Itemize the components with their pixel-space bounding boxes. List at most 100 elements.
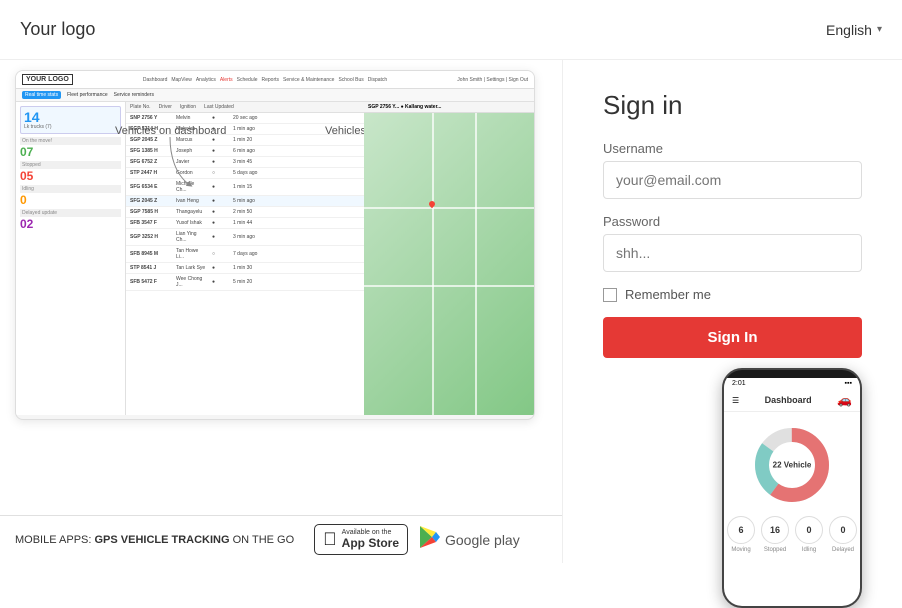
plate: SFG 2045 Z [130, 198, 170, 204]
dash-body: 14 Lk trucks (7) On the move! 07 Stopped… [16, 102, 534, 415]
phone-stat-delayed: 0 [829, 516, 857, 544]
dash-moving-count: 07 [20, 146, 121, 158]
status: 6 min ago [233, 148, 268, 154]
dash-map-bg [364, 113, 534, 415]
driver: Tan Lark Sye [176, 265, 206, 271]
ignition-icon: ○ [212, 170, 227, 176]
table-row[interactable]: SGP 3252 H Lian Ying Ch... ● 3 min ago [126, 229, 364, 246]
remember-me-checkbox[interactable] [603, 288, 617, 302]
dash-stopped-header: Stopped [20, 161, 121, 169]
phone-nav-bar: ☰ Dashboard 🚗 [724, 389, 860, 412]
chevron-down-icon: ▾ [877, 24, 882, 35]
dash-logo: YOUR LOGO [22, 74, 73, 85]
table-row[interactable]: SNP 2756 YMelvin●20 sec ago [126, 113, 364, 124]
app-store-badge[interactable]:  Available on the App Store [314, 524, 408, 555]
table-row[interactable]: SGP 2045 ZMarcus●1 min 20 [126, 135, 364, 146]
dash-nav-dashboard[interactable]: Dashboard [143, 77, 167, 83]
right-section: Sign in Username Password Remember me Si… [562, 60, 902, 563]
dash-idling-header: Idling [20, 185, 121, 193]
ignition-icon: ● [212, 265, 227, 271]
app-badges:  Available on the App Store [314, 524, 520, 555]
google-play-name: Google play [445, 532, 520, 548]
delayed-count: 0 [840, 525, 845, 535]
driver: Wee Chong J... [176, 276, 206, 288]
status: 5 min ago [233, 198, 268, 204]
mobile-bold: GPS VEHICLE TRACKING [94, 534, 229, 546]
plate: SGP 2045 Z [130, 137, 170, 143]
app-store-text: Available on the App Store [342, 529, 399, 550]
phone-chart-area: 22 Vehicle 6 16 0 [724, 412, 860, 561]
left-section: Vehicles on dashboard Vehicles overview … [0, 60, 562, 563]
ignition-icon: ● [212, 234, 227, 240]
password-group: Password [603, 214, 862, 272]
dash-nav-schedule[interactable]: Schedule [237, 77, 258, 83]
google-play-badge[interactable]: Google play [420, 526, 520, 553]
password-label: Password [603, 214, 862, 229]
username-input[interactable] [603, 161, 862, 199]
driver: Javier [176, 159, 206, 165]
ignition-icon: ● [212, 137, 227, 143]
status: 1 min ago [233, 126, 268, 132]
table-row[interactable]: STP 8541 JTan Lark Sye●1 min 30 [126, 263, 364, 274]
table-row[interactable]: SFG 6534 EMichelle Ch...●1 min 15 [126, 179, 364, 196]
table-row[interactable]: STP 2447 HGordon○5 days ago [126, 168, 364, 179]
table-row[interactable]: SFB 3547 FYusof Ishak●1 min 44 [126, 218, 364, 229]
phone-time: 2:01 [732, 380, 746, 387]
dash-nav-dispatch[interactable]: Dispatch [368, 77, 387, 83]
table-row[interactable]: SFG 2045 Z Ivan Heng ● 5 min ago [126, 196, 364, 207]
dash-map-title: SGP 2756 Y... ● Kallang water... [364, 102, 534, 113]
dash-nav-reports[interactable]: Reports [262, 77, 280, 83]
dash-nav-analytics[interactable]: Analytics [196, 77, 216, 83]
plate: SGP 3252 H [130, 234, 170, 240]
dash-nav-mapview[interactable]: MapView [171, 77, 191, 83]
stopped-label: Stopped [761, 547, 789, 553]
dashboard-mockup: YOUR LOGO Dashboard MapView Analytics Al… [15, 70, 535, 420]
dash-performance-btn[interactable]: Fleet performance [67, 92, 108, 98]
driver: Melvin [176, 115, 206, 121]
plate: SFB 5472 F [130, 279, 170, 285]
driver: Nicholas [176, 126, 206, 132]
app-store-name: App Store [342, 536, 399, 550]
table-row[interactable]: SFG 6752 ZJavier●3 min 45 [126, 157, 364, 168]
table-row[interactable]: SFG 1385 HJoseph●6 min ago [126, 146, 364, 157]
dash-realtime-btn[interactable]: Real time stats [22, 91, 61, 99]
phone-preview: 2:01 ▪▪▪ ☰ Dashboard 🚗 [603, 368, 862, 608]
donut-chart: 22 Vehicle [747, 420, 837, 510]
phone-frame: 2:01 ▪▪▪ ☰ Dashboard 🚗 [722, 368, 862, 608]
driver: Ivan Heng [176, 198, 206, 204]
plate: SFB 3547 F [130, 220, 170, 226]
stopped-count: 16 [770, 525, 780, 535]
status: 3 min ago [233, 234, 268, 240]
status: 5 days ago [233, 170, 268, 176]
site-logo: Your logo [20, 19, 95, 40]
dash-delayed-group: Delayed update 02 [20, 209, 121, 230]
table-row[interactable]: SFB 5472 FWee Chong J...●5 min 20 [126, 274, 364, 291]
username-group: Username [603, 141, 862, 199]
dash-nav-service[interactable]: Service & Maintenance [283, 77, 334, 83]
google-play-icon [420, 526, 440, 553]
sign-in-button[interactable]: Sign In [603, 317, 862, 358]
dash-nav-alerts[interactable]: Alerts [220, 77, 233, 83]
dash-nav-school[interactable]: School Bus [338, 77, 363, 83]
table-row[interactable]: SGP 5214 HNicholas●1 min ago [126, 124, 364, 135]
driver: Lian Ying Ch... [176, 231, 206, 243]
status: 1 min 44 [233, 220, 268, 226]
ignition-icon: ○ [212, 251, 227, 257]
dash-service-btn[interactable]: Service reminders [114, 92, 154, 98]
dash-total-label: Lk trucks (7) [24, 124, 117, 130]
language-selector[interactable]: English ▾ [826, 22, 882, 38]
ignition-icon: ● [212, 198, 227, 204]
status: 1 min 20 [233, 137, 268, 143]
table-row[interactable]: SFB 8945 MTan Howe Li...○7 days ago [126, 246, 364, 263]
dash-map-panel: SGP 2756 Y... ● Kallang water... [364, 102, 534, 415]
mobile-prefix: MOBILE APPS: [15, 534, 94, 546]
ignition-icon: ● [212, 279, 227, 285]
status: 1 min 30 [233, 265, 268, 271]
col-status: Last Updated [204, 104, 234, 110]
plate: SFB 8945 M [130, 251, 170, 257]
ignition-icon: ● [212, 184, 227, 190]
language-label: English [826, 22, 872, 38]
plate: SGP 5214 H [130, 126, 170, 132]
password-input[interactable] [603, 234, 862, 272]
table-row[interactable]: SGP 7585 HThangayelu●2 min 50 [126, 207, 364, 218]
